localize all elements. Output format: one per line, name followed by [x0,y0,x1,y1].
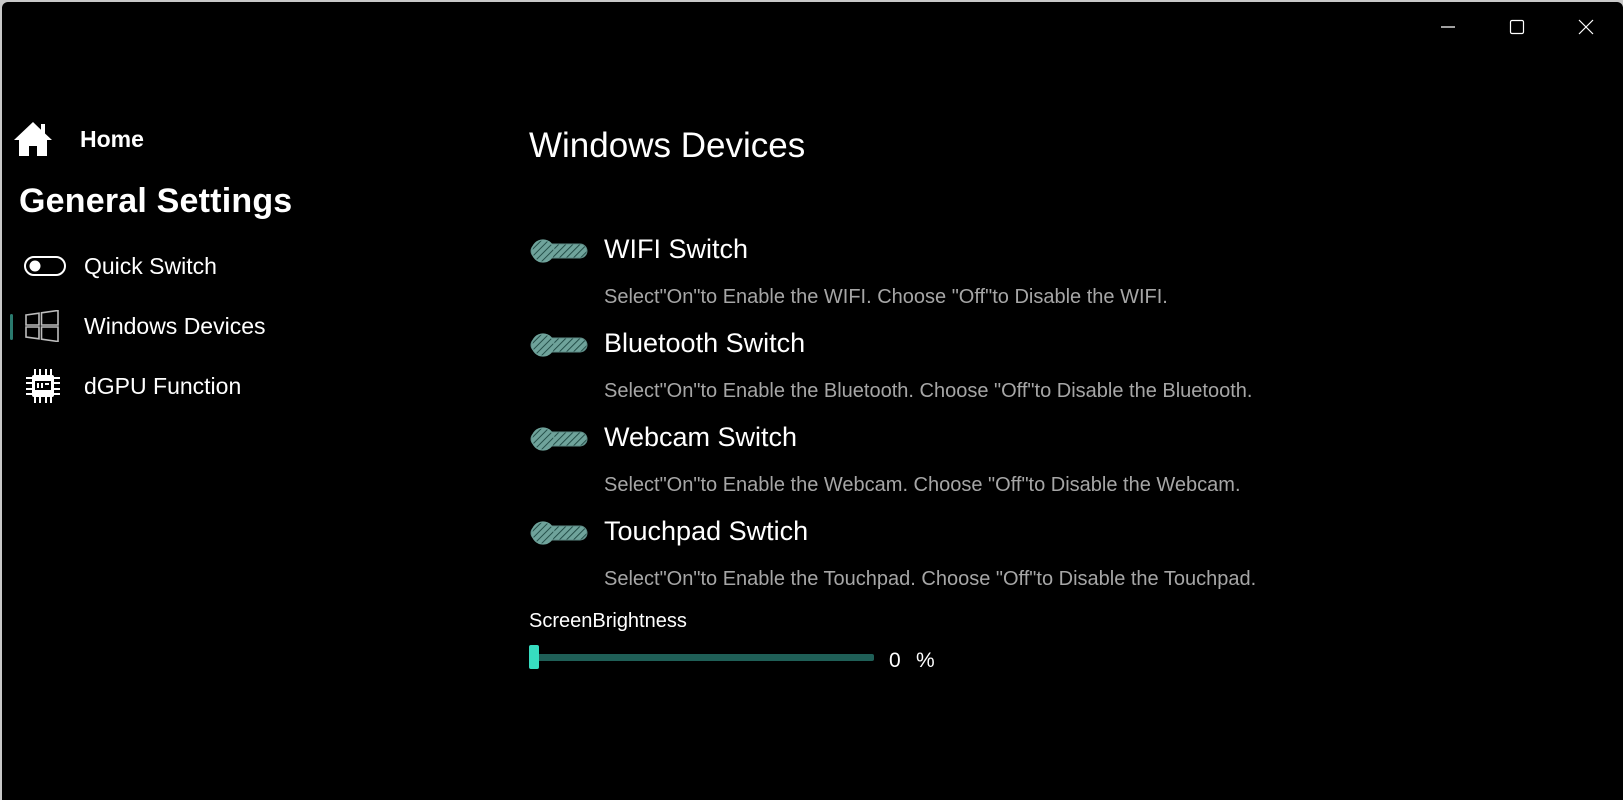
toggle-switch-icon [530,427,588,451]
toggle-switch-icon [530,333,588,357]
bluetooth-toggle[interactable] [529,332,589,363]
setting-title: Bluetooth Switch [604,328,806,358]
home-icon [14,122,52,156]
sidebar-item-quick-switch[interactable]: Quick Switch [10,242,470,290]
sidebar-heading: General Settings [19,182,293,220]
close-icon [1578,19,1594,35]
brightness-value: 0 [889,649,901,672]
gpu-chip-icon [24,367,76,405]
webcam-toggle[interactable] [529,426,589,457]
brightness-label: ScreenBrightness [529,610,687,632]
toggle-switch-icon [530,239,588,263]
maximize-button[interactable] [1494,14,1540,40]
close-button[interactable] [1563,14,1609,40]
slider-thumb[interactable] [529,645,539,669]
windows-logo-icon [24,310,76,342]
setting-title: Webcam Switch [604,422,798,452]
app-window: Home General Settings Quick Switch Windo… [2,2,1623,800]
setting-description: Select"On"to Enable the Webcam. Choose "… [604,474,1241,496]
sidebar-item-label: Quick Switch [84,252,217,279]
home-label: Home [80,125,144,152]
toggle-icon [24,255,76,277]
minimize-button[interactable] [1425,14,1471,40]
sidebar-item-windows-devices[interactable]: Windows Devices [10,302,470,350]
page-title: Windows Devices [529,126,806,165]
sidebar-item-label: Windows Devices [84,312,266,339]
sidebar-item-label: dGPU Function [84,372,242,399]
brightness-unit: % [916,649,935,672]
setting-description: Select"On"to Enable the WIFI. Choose "Of… [604,286,1168,308]
sidebar-item-dgpu-function[interactable]: dGPU Function [10,362,470,410]
setting-description: Select"On"to Enable the Touchpad. Choose… [604,568,1257,590]
touchpad-toggle[interactable] [529,520,589,551]
brightness-slider[interactable] [529,645,874,669]
selected-indicator [10,314,13,340]
slider-track [529,654,874,661]
home-nav-item[interactable]: Home [12,120,144,158]
toggle-switch-icon [530,521,588,545]
maximize-icon [1509,19,1525,35]
setting-description: Select"On"to Enable the Bluetooth. Choos… [604,380,1253,402]
minimize-icon [1441,26,1455,28]
setting-title: Touchpad Swtich [604,516,809,546]
wifi-toggle[interactable] [529,238,589,269]
setting-title: WIFI Switch [604,234,749,264]
